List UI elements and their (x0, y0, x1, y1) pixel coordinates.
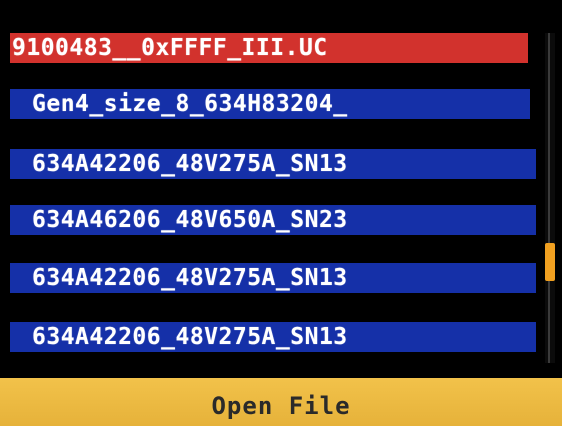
file-list-item-selected[interactable]: 9100483__0xFFFF_III.UC (10, 33, 528, 63)
file-list-item[interactable]: Gen4_size_8_634H83204_ (10, 89, 530, 119)
scrollbar-track (548, 33, 550, 363)
file-list: 9100483__0xFFFF_III.UC Gen4_size_8_634H8… (10, 33, 548, 363)
bottom-action-bar: Open File (0, 378, 562, 426)
file-list-item[interactable]: 634A42206_48V275A_SN13 (10, 263, 536, 293)
file-list-item[interactable]: 634A46206_48V650A_SN23 (10, 205, 536, 235)
file-browser-screen: 9100483__0xFFFF_III.UC Gen4_size_8_634H8… (0, 0, 562, 426)
open-file-button[interactable]: Open File (0, 378, 562, 426)
scrollbar-thumb[interactable] (545, 243, 555, 281)
file-list-item[interactable]: 634A42206_48V275A_SN13 (10, 322, 536, 352)
file-list-scrollbar[interactable] (545, 33, 555, 363)
file-list-item[interactable]: 634A42206_48V275A_SN13 (10, 149, 536, 179)
